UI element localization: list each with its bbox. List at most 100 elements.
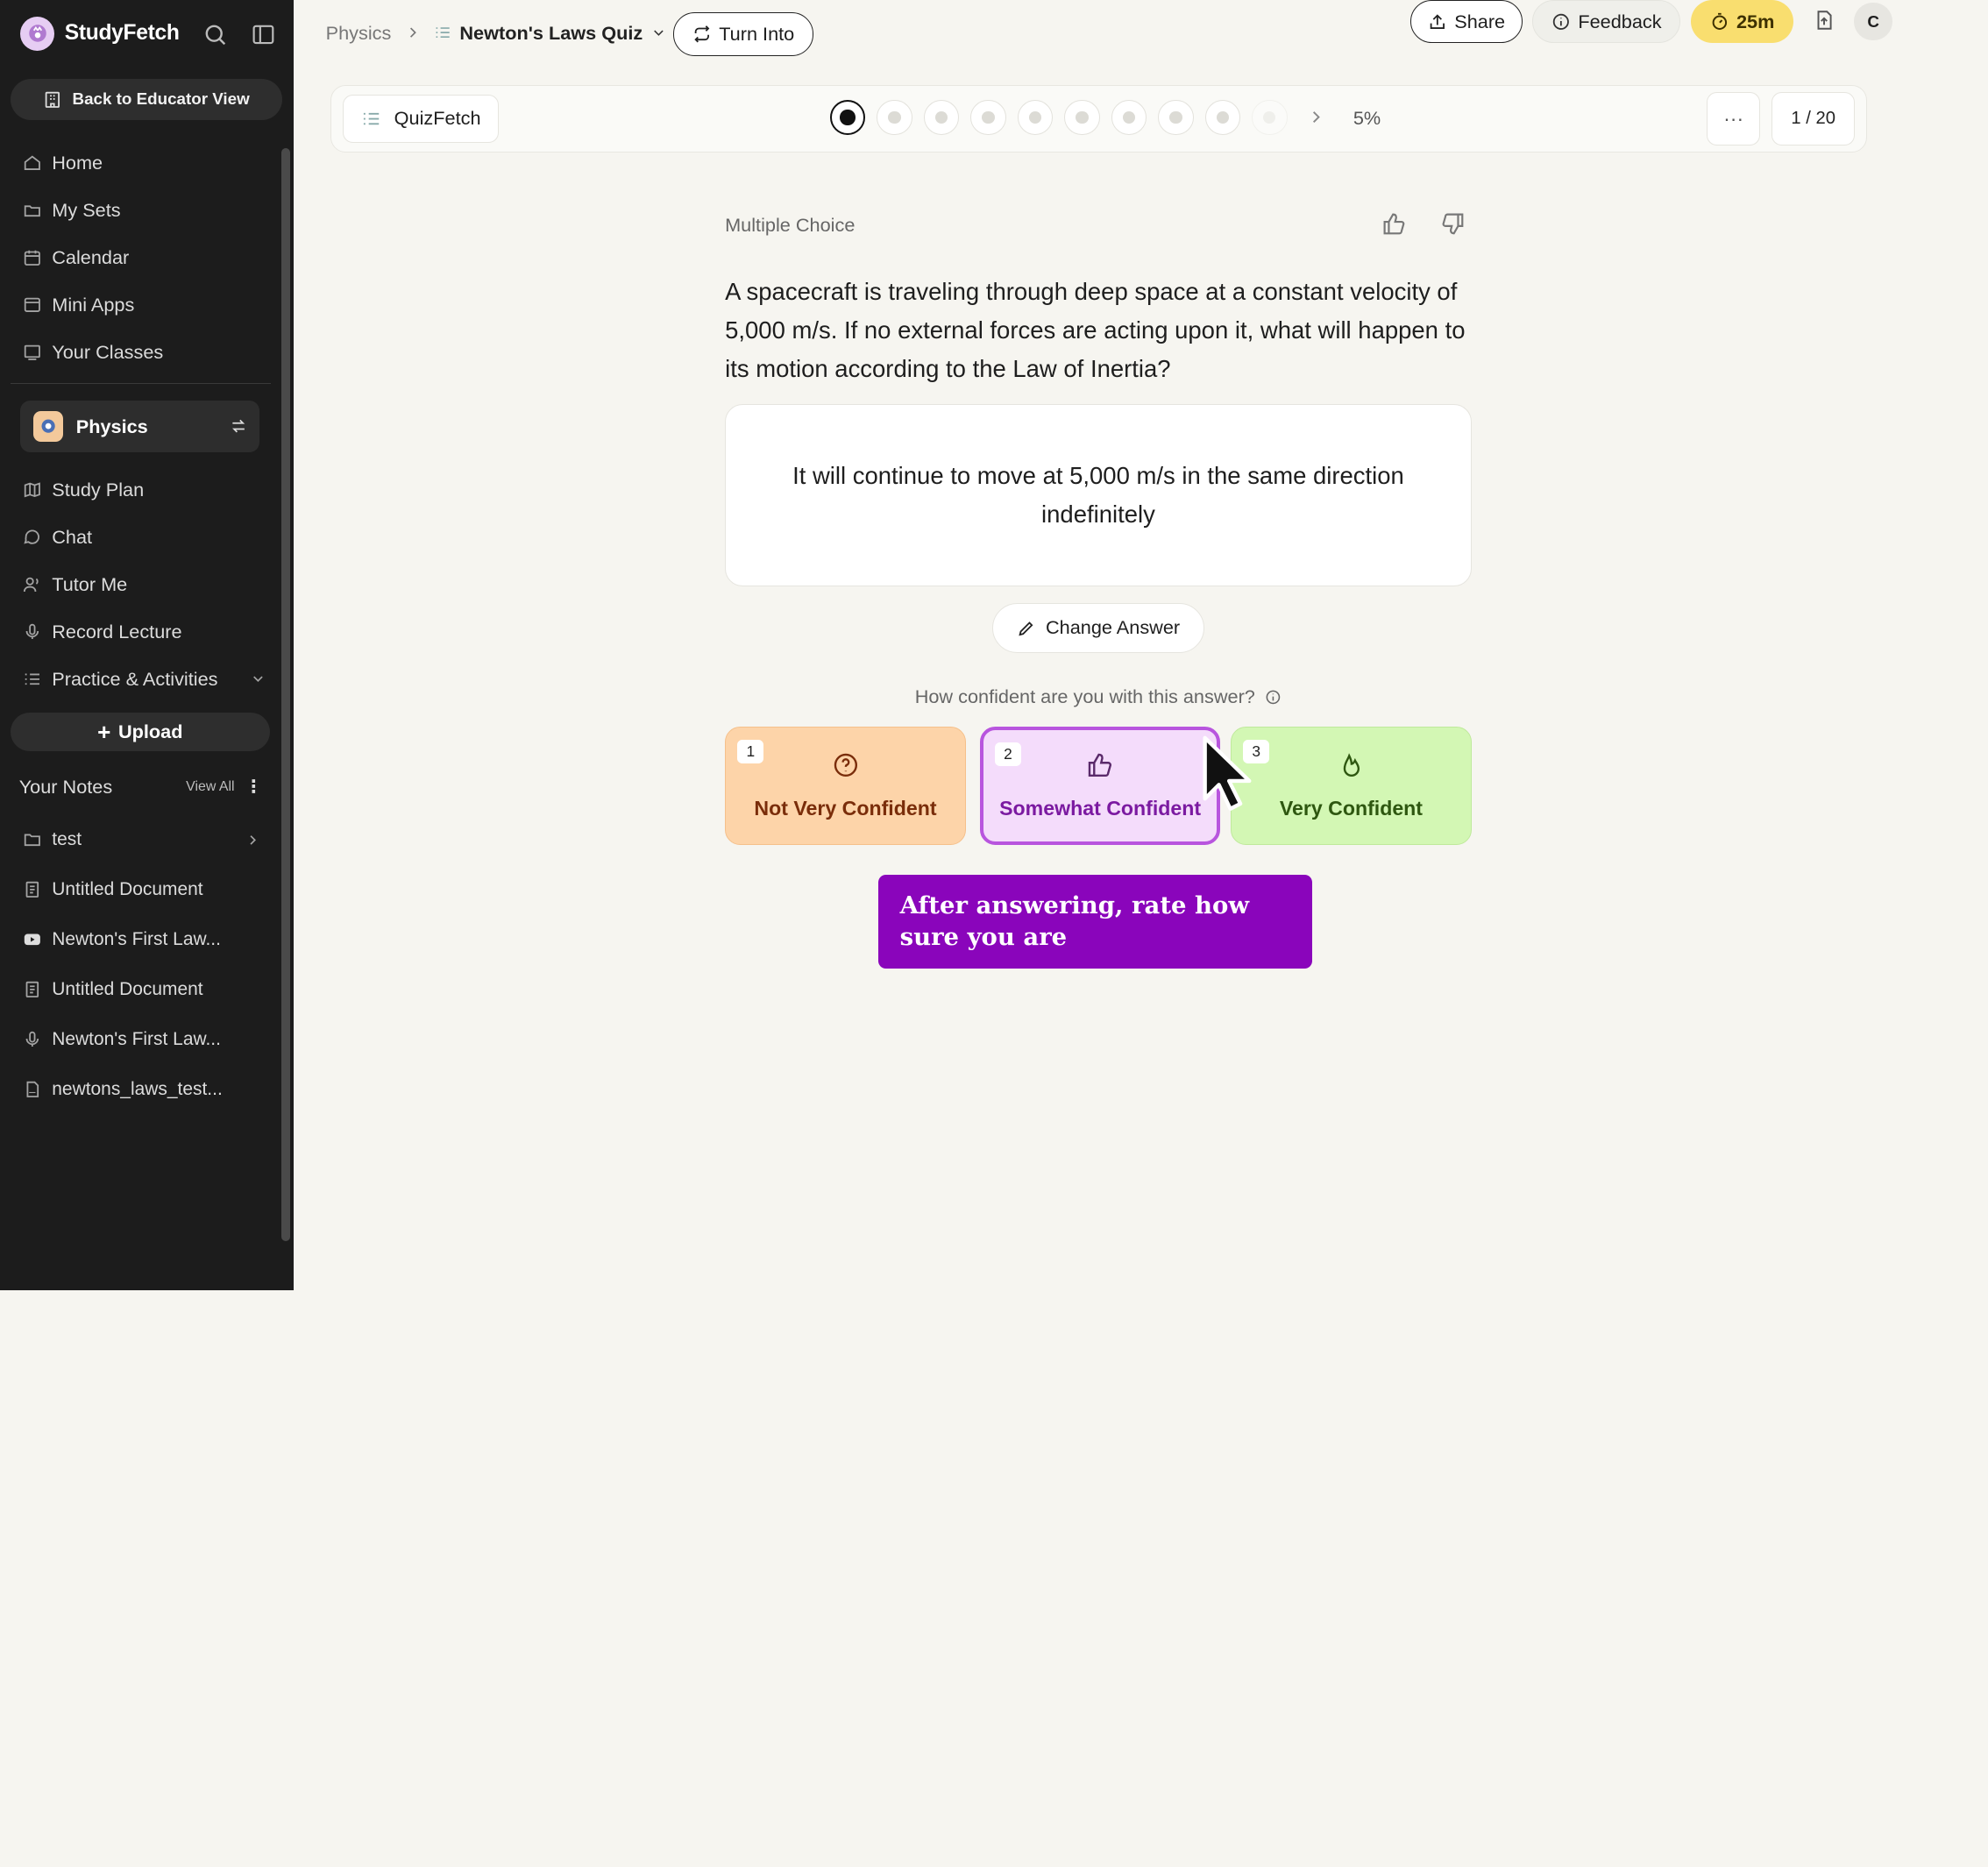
notes-list: test Untitled Document Newton's First La… [0,815,279,1115]
view-all-link[interactable]: View All [186,779,234,795]
list-item[interactable]: Untitled Document [0,965,279,1015]
chevron-right-icon[interactable] [1306,107,1326,127]
chevron-right-icon [404,24,422,41]
sidebar-item-record-lecture[interactable]: Record Lecture [0,608,279,656]
note-label: Newton's First Law... [52,1029,221,1050]
step-dot[interactable] [923,99,960,136]
quizfetch-label: QuizFetch [394,107,481,130]
selected-answer-card[interactable]: It will continue to move at 5,000 m/s in… [725,404,1472,587]
sidebar-item-your-classes[interactable]: Your Classes [0,329,279,376]
change-answer-button[interactable]: Change Answer [992,603,1204,653]
confidence-somewhat-button[interactable]: 2 Somewhat Confident [979,726,1221,846]
more-options-button[interactable]: ··· [1707,92,1761,146]
sidebar-item-chat[interactable]: Chat [0,514,279,561]
note-label: Untitled Document [52,879,203,900]
quizfetch-button[interactable]: QuizFetch [343,94,500,143]
folders-icon [23,201,42,220]
list-item[interactable]: newtons_laws_test... [0,1065,279,1115]
sidebar-toggle-icon[interactable] [251,22,276,47]
confidence-label: Very Confident [1279,797,1424,820]
step-dot-current[interactable] [829,99,866,136]
quiz-progress-bar: QuizFetch 5% ··· 1 / 20 [330,84,1867,153]
step-dot[interactable] [877,99,912,136]
chevron-down-icon[interactable] [250,671,266,687]
info-icon[interactable] [1265,689,1282,706]
mouse-cursor-icon [1203,735,1252,811]
class-selector[interactable]: Physics [20,400,260,453]
change-answer-label: Change Answer [1046,616,1181,639]
step-dot[interactable] [1111,99,1147,136]
step-dot[interactable] [1252,99,1288,136]
document-icon [23,980,42,999]
shortcut-badge: 1 [737,740,764,764]
search-icon[interactable] [202,22,228,47]
calendar-icon [23,248,42,267]
youtube-icon [23,930,42,949]
mic-icon [23,622,42,642]
mic-icon [23,1030,42,1049]
avatar[interactable]: C [1854,2,1892,41]
list-item[interactable]: Newton's First Law... [0,915,279,965]
sidebar-item-my-sets[interactable]: My Sets [0,187,279,234]
kebab-menu-icon[interactable]: ⋮ [245,776,262,798]
your-notes-header: Your Notes View All ⋮ [19,776,263,799]
thumbs-up-icon[interactable] [1381,211,1407,237]
thumbs-down-icon[interactable] [1440,211,1466,237]
turn-into-label: Turn Into [719,23,795,46]
export-file-icon[interactable] [1813,9,1835,32]
question-steps [829,99,1327,136]
chat-icon [23,528,42,547]
sidebar-item-tutor-me[interactable]: Tutor Me [0,561,279,608]
confidence-prompt: How confident are you with this answer? [725,685,1472,708]
question-text: A spacecraft is traveling through deep s… [725,277,1466,383]
list-item[interactable]: test [0,815,279,865]
map-icon [23,480,42,500]
step-dot[interactable] [1064,99,1100,136]
selected-answer-text: It will continue to move at 5,000 m/s in… [792,462,1404,529]
question-type: Multiple Choice [725,214,856,237]
sidebar-item-study-plan[interactable]: Study Plan [0,466,279,514]
step-dot[interactable] [1017,99,1054,136]
confidence-not-very-button[interactable]: 1 Not Very Confident [725,726,966,846]
sidebar-item-home[interactable]: Home [0,139,279,187]
folder-icon [23,830,42,849]
building-icon [43,90,62,110]
progress-percent: 5% [1353,107,1381,130]
brand[interactable]: StudyFetch [20,16,180,51]
document-icon [23,880,42,899]
feedback-button[interactable]: Feedback [1532,0,1681,44]
chevron-right-icon[interactable] [245,832,261,848]
back-to-educator-view-button[interactable]: Back to Educator View [10,78,283,121]
turn-into-button[interactable]: Turn Into [672,12,814,56]
step-dot[interactable] [1158,99,1194,136]
breadcrumb: Physics Newton's Laws Quiz [326,22,667,45]
timer-button[interactable]: 25m [1690,0,1794,44]
switch-arrows-icon[interactable] [230,417,247,435]
sidebar-item-mini-apps[interactable]: Mini Apps [0,281,279,329]
breadcrumb-physics[interactable]: Physics [326,22,392,45]
list-item[interactable]: Newton's First Law... [0,1015,279,1065]
pencil-icon [1017,619,1036,638]
class-name: Physics [75,415,148,437]
question-counter: 1 / 20 [1771,92,1856,146]
sidebar-scrollbar[interactable] [281,148,291,1241]
classes-icon [23,343,42,362]
question-mark-icon [832,751,860,779]
step-dot[interactable] [970,99,1006,136]
timer-value: 25m [1736,10,1775,32]
brand-name: StudyFetch [64,21,180,46]
sidebar-item-label: My Sets [52,198,121,221]
list-item[interactable]: Untitled Document [0,865,279,915]
share-label: Share [1454,10,1506,32]
sidebar-item-label: Mini Apps [52,293,135,316]
confidence-very-button[interactable]: 3 Very Confident [1231,726,1472,846]
sidebar-item-practice-activities[interactable]: Practice & Activities [0,656,279,703]
top-bar: Physics Newton's Laws Quiz Turn Into Sha… [294,0,1987,68]
chevron-down-icon [650,25,667,41]
upload-button[interactable]: + Upload [10,712,270,752]
sidebar-item-label: Practice & Activities [52,667,218,690]
sidebar-item-calendar[interactable]: Calendar [0,234,279,281]
quiz-title-dropdown[interactable]: Newton's Laws Quiz [434,22,666,45]
share-button[interactable]: Share [1410,0,1523,44]
step-dot[interactable] [1204,99,1241,136]
